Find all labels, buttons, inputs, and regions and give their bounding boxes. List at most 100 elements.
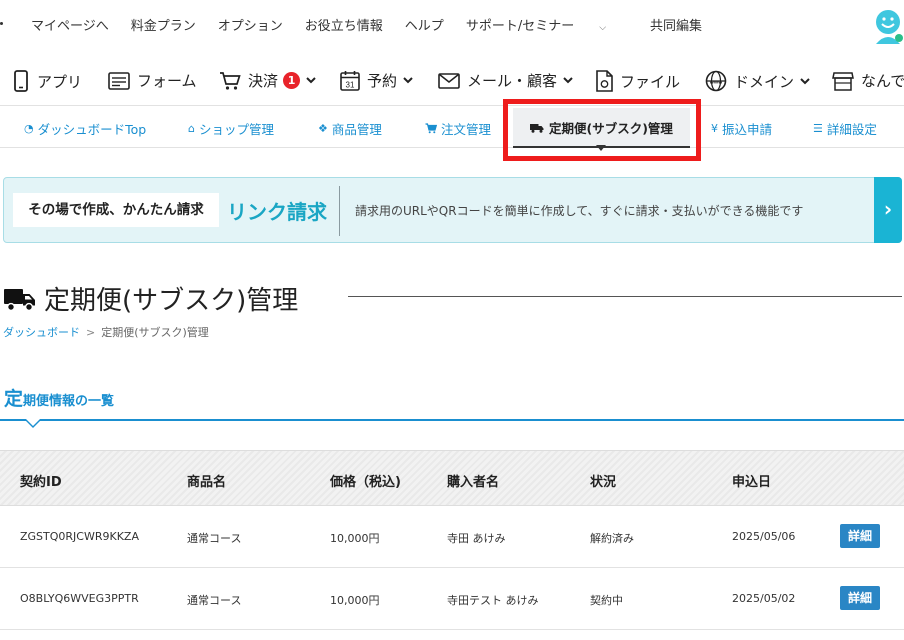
menu-domain-label: ドメイン bbox=[734, 72, 795, 91]
user-avatar-icon[interactable] bbox=[872, 8, 904, 44]
top-link-mypage[interactable]: マイページへ bbox=[31, 15, 109, 34]
svg-text:www: www bbox=[709, 79, 724, 85]
menu-file[interactable]: ファイル bbox=[595, 70, 680, 92]
chevron-down-icon: ⌵ bbox=[599, 23, 607, 33]
menu-app[interactable]: アプリ bbox=[12, 70, 82, 92]
top-link-support[interactable]: サポート/セミナー ⌵ bbox=[466, 15, 628, 34]
banner-title: リンク請求 bbox=[227, 200, 327, 224]
cell-price: 10,000円 bbox=[330, 532, 380, 545]
banner-divider bbox=[339, 186, 340, 236]
submenu-orders[interactable]: 注文管理 bbox=[425, 119, 491, 138]
top-link-support-label: サポート/セミナー bbox=[465, 19, 575, 34]
breadcrumb-home[interactable]: ダッシュボード bbox=[3, 326, 80, 339]
menu-booking[interactable]: 31 予約 bbox=[340, 70, 420, 91]
list-icon: ☰ bbox=[813, 122, 823, 135]
calendar-icon: 31 bbox=[340, 71, 360, 91]
menu-mail-label: メール・顧客 bbox=[467, 72, 558, 90]
submenu-transfer[interactable]: ¥ 振込申請 bbox=[711, 119, 772, 138]
column-header-buyer: 購入者名 bbox=[447, 475, 500, 490]
menu-dot-icon bbox=[0, 22, 3, 25]
file-icon bbox=[596, 70, 613, 92]
detail-button[interactable]: 詳細 bbox=[840, 524, 880, 548]
smartphone-icon bbox=[14, 70, 28, 92]
chevron-right-icon[interactable]: › bbox=[874, 177, 902, 243]
submenu-settings-label: 詳細設定 bbox=[826, 122, 877, 137]
submenu-products-label: 商品管理 bbox=[331, 122, 382, 137]
page-title-text: 定期便(サブスク)管理 bbox=[44, 286, 299, 316]
main-menu: アプリ フォーム 決済 1 31 予約 メール・顧客 ファイル www ドメイン… bbox=[0, 60, 904, 106]
globe-icon: www bbox=[705, 70, 727, 92]
top-link-tips[interactable]: お役立ち情報 bbox=[305, 15, 383, 34]
cubes-icon: ❖ bbox=[318, 122, 328, 135]
dashboard-icon: ◔ bbox=[24, 122, 34, 135]
submenu-products[interactable]: ❖ 商品管理 bbox=[318, 119, 382, 138]
column-header-status: 状況 bbox=[590, 475, 617, 490]
sub-menu: ◔ ダッシュボードTop ⌂ ショップ管理 ❖ 商品管理 注文管理 ¥ 振込申請… bbox=[0, 106, 904, 148]
truck-icon bbox=[4, 288, 35, 311]
cell-date: 2025/05/02 bbox=[732, 592, 796, 605]
top-nav: マイページへ 料金プラン オプション お役立ち情報 ヘルプ サポート/セミナー ⌵… bbox=[0, 0, 904, 48]
submenu-orders-label: 注文管理 bbox=[441, 122, 492, 137]
table-row: O8BLYQ6WVEG3PPTR 通常コース 10,000円 寺田テスト あけみ… bbox=[0, 568, 904, 630]
menu-app-label: アプリ bbox=[37, 72, 83, 91]
section-notch-inner bbox=[26, 419, 40, 426]
notification-badge: 1 bbox=[283, 72, 301, 89]
submenu-settings[interactable]: ☰ 詳細設定 bbox=[813, 119, 877, 138]
top-link-coedit[interactable]: 共同編集 bbox=[650, 15, 702, 34]
menu-mail[interactable]: メール・顧客 bbox=[438, 70, 580, 91]
top-link-options[interactable]: オプション bbox=[218, 15, 283, 34]
section-title-rest: 期便情報の一覧 bbox=[23, 394, 115, 409]
cell-status: 契約中 bbox=[590, 594, 623, 607]
breadcrumb-separator: > bbox=[86, 326, 96, 339]
top-link-pricing[interactable]: 料金プラン bbox=[131, 15, 196, 34]
section-title-first: 定 bbox=[4, 388, 24, 410]
column-header-price: 価格（税込) bbox=[330, 475, 401, 490]
menu-booking-label: 予約 bbox=[367, 72, 398, 90]
table-header: 契約ID 商品名 価格（税込) 購入者名 状況 申込日 bbox=[0, 450, 904, 506]
link-billing-banner[interactable]: その場で作成、かんたん請求 リンク請求 請求用のURLやQRコードを簡単に作成し… bbox=[3, 177, 902, 243]
cell-status: 解約済み bbox=[590, 532, 634, 545]
submenu-dashboard[interactable]: ◔ ダッシュボードTop bbox=[24, 119, 146, 138]
cell-id: O8BLYQ6WVEG3PPTR bbox=[20, 592, 139, 605]
submenu-shop-label: ショップ管理 bbox=[198, 122, 274, 137]
menu-form-label: フォーム bbox=[137, 72, 197, 90]
column-header-id: 契約ID bbox=[20, 475, 62, 490]
top-link-help[interactable]: ヘルプ bbox=[405, 15, 444, 34]
home-icon: ⌂ bbox=[188, 122, 195, 135]
submenu-dashboard-label: ダッシュボードTop bbox=[37, 122, 147, 137]
top-nav-links: マイページへ 料金プラン オプション お役立ち情報 ヘルプ サポート/セミナー ⌵… bbox=[31, 15, 724, 34]
cell-product: 通常コース bbox=[187, 532, 242, 545]
menu-form[interactable]: フォーム bbox=[108, 70, 197, 91]
cart-icon bbox=[220, 71, 241, 90]
cell-id: ZGSTQ0RJCWR9KKZA bbox=[20, 530, 139, 543]
page-title: 定期便(サブスク)管理 bbox=[4, 280, 298, 317]
cart-icon bbox=[425, 123, 437, 134]
banner-description: 請求用のURLやQRコードを簡単に作成して、すぐに請求・支払いができる機能です bbox=[355, 204, 804, 218]
banner-lead: その場で作成、かんたん請求 bbox=[13, 193, 219, 227]
column-header-date: 申込日 bbox=[732, 475, 772, 490]
highlight-box bbox=[503, 99, 701, 161]
title-rule bbox=[348, 296, 902, 297]
chevron-down-icon bbox=[563, 77, 573, 84]
cell-product: 通常コース bbox=[187, 594, 242, 607]
menu-file-label: ファイル bbox=[620, 72, 681, 91]
breadcrumb: ダッシュボード > 定期便(サブスク)管理 bbox=[3, 324, 209, 340]
menu-payment-label: 決済 bbox=[248, 72, 279, 90]
section-title: 定期便情報の一覧 bbox=[4, 384, 114, 411]
detail-button[interactable]: 詳細 bbox=[840, 586, 880, 610]
cell-buyer: 寺田テスト あけみ bbox=[447, 594, 539, 607]
chevron-down-icon bbox=[306, 77, 316, 84]
menu-domain[interactable]: www ドメイン bbox=[705, 70, 817, 92]
menu-payment[interactable]: 決済 1 bbox=[219, 70, 323, 91]
cell-date: 2025/05/06 bbox=[732, 530, 796, 543]
menu-store[interactable]: なんで bbox=[832, 70, 904, 91]
breadcrumb-current: 定期便(サブスク)管理 bbox=[101, 326, 209, 339]
column-header-product: 商品名 bbox=[187, 475, 227, 490]
cell-buyer: 寺田 あけみ bbox=[447, 532, 506, 545]
form-icon bbox=[108, 71, 130, 90]
store-icon bbox=[832, 71, 854, 91]
menu-store-label: なんで bbox=[861, 72, 904, 90]
submenu-shop[interactable]: ⌂ ショップ管理 bbox=[188, 119, 274, 138]
chevron-down-icon bbox=[403, 77, 413, 84]
submenu-transfer-label: 振込申請 bbox=[722, 122, 773, 137]
